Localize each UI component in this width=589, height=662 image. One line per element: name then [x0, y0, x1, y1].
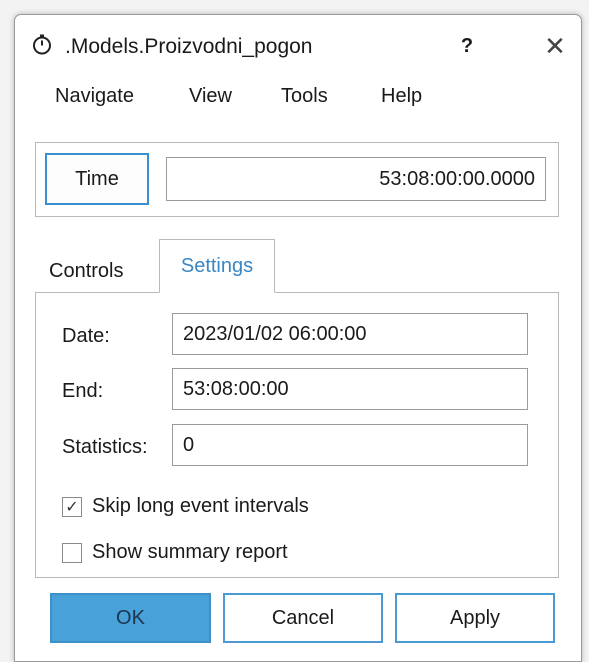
window-title: .Models.Proizvodni_pogon [65, 35, 313, 58]
ok-button[interactable]: OK [50, 593, 211, 643]
skip-long-intervals-option[interactable]: ✓ Skip long event intervals [62, 495, 309, 518]
show-summary-checkbox[interactable] [62, 542, 82, 563]
statistics-label: Statistics: [62, 436, 148, 458]
close-button[interactable]: ✕ [540, 31, 570, 62]
date-field[interactable]: 2023/01/02 06:00:00 [172, 313, 528, 355]
statistics-field[interactable]: 0 [172, 424, 528, 466]
tab-controls[interactable]: Controls [49, 260, 123, 283]
cancel-button[interactable]: Cancel [223, 593, 383, 643]
title-bar[interactable]: .Models.Proizvodni_pogon ? ✕ [15, 15, 581, 73]
apply-button[interactable]: Apply [395, 593, 555, 643]
menu-tools[interactable]: Tools [281, 85, 328, 108]
time-button[interactable]: Time [45, 153, 149, 205]
show-summary-label: Show summary report [92, 541, 288, 563]
time-value-field[interactable]: 53:08:00:00.0000 [166, 157, 546, 201]
date-label: Date: [62, 325, 110, 347]
settings-panel: Date: 2023/01/02 06:00:00 End: 53:08:00:… [35, 292, 559, 578]
stopwatch-icon [33, 34, 51, 55]
menu-help[interactable]: Help [381, 85, 422, 108]
menu-view[interactable]: View [189, 85, 232, 108]
settings-dialog: .Models.Proizvodni_pogon ? ✕ Navigate Vi… [14, 14, 582, 662]
skip-long-intervals-label: Skip long event intervals [92, 495, 309, 517]
show-summary-option[interactable]: Show summary report [62, 541, 288, 564]
help-button[interactable]: ? [455, 35, 479, 58]
menu-bar: Navigate View Tools Help [15, 73, 581, 121]
menu-navigate[interactable]: Navigate [55, 85, 134, 108]
time-group: Time 53:08:00:00.0000 [35, 142, 559, 217]
skip-long-intervals-checkbox[interactable]: ✓ [62, 496, 82, 517]
end-label: End: [62, 380, 104, 402]
end-field[interactable]: 53:08:00:00 [172, 368, 528, 410]
tab-settings[interactable]: Settings [159, 239, 275, 293]
checkmark-icon: ✓ [65, 498, 79, 516]
